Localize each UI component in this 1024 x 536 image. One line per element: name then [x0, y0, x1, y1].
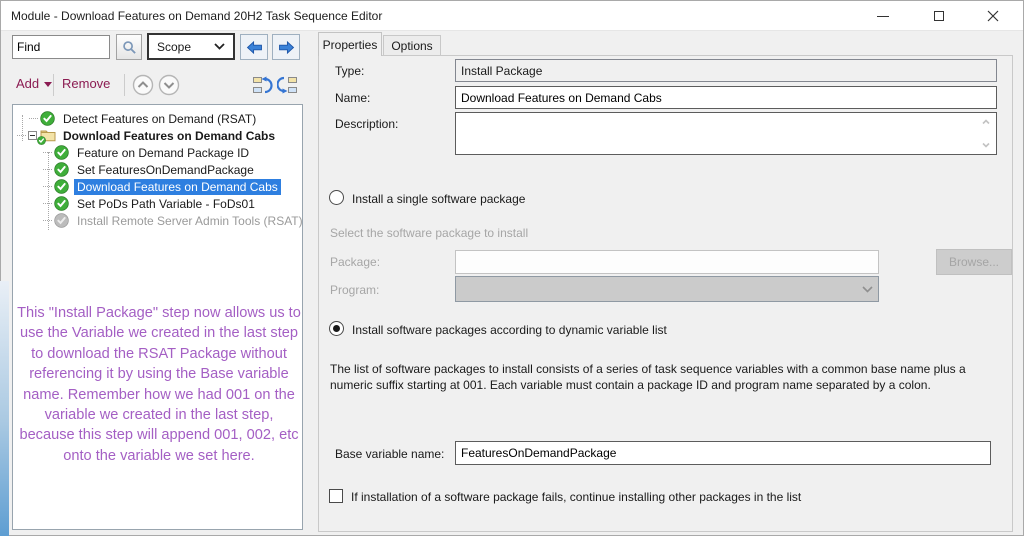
chevron-down-icon [214, 43, 225, 50]
chevron-up-circle-icon [132, 74, 154, 96]
navigate-back-button[interactable] [240, 34, 268, 60]
expand-all-button[interactable] [277, 75, 298, 95]
radio-install-single-label: Install a single software package [352, 192, 525, 206]
tree-connector [43, 203, 52, 204]
task-sequence-editor-window: Module - Download Features on Demand 20H… [0, 0, 1024, 536]
minimize-button[interactable] [863, 1, 903, 31]
green-check-icon [54, 145, 70, 160]
maximize-icon [934, 11, 944, 21]
package-input [455, 250, 879, 274]
base-variable-label: Base variable name: [335, 447, 444, 461]
tab-properties[interactable]: Properties [318, 32, 382, 56]
tree-connector [43, 186, 52, 187]
find-input[interactable] [12, 35, 110, 59]
maximize-button[interactable] [919, 1, 959, 31]
add-caret-icon [44, 82, 52, 87]
tree-item-label: Feature on Demand Package ID [74, 145, 252, 161]
arrow-right-icon [278, 41, 295, 54]
desktop-edge-strip [0, 281, 9, 536]
toolbar-separator [53, 74, 54, 96]
description-label: Description: [335, 117, 398, 131]
remove-button[interactable]: Remove [62, 76, 110, 91]
scope-dropdown[interactable]: Scope [147, 33, 235, 60]
close-button[interactable] [973, 1, 1013, 31]
tree-connector [43, 152, 52, 153]
tree-item[interactable]: Download Features on Demand Cabs [13, 127, 302, 144]
move-down-button[interactable] [158, 74, 180, 96]
type-label: Type: [335, 64, 364, 78]
collapse-tree-icon [252, 75, 273, 95]
group-folder-icon [40, 128, 56, 143]
collapse-all-button[interactable] [252, 75, 273, 95]
add-button[interactable]: Add [16, 76, 52, 91]
remove-button-label: Remove [62, 76, 110, 91]
toolbar-separator [124, 74, 125, 96]
tree-item[interactable]: Feature on Demand Package ID [13, 144, 302, 161]
type-field: Install Package [455, 59, 997, 82]
tree-item[interactable]: Download Features on Demand Cabs [13, 178, 302, 195]
tree-item-label: Detect Features on Demand (RSAT) [60, 111, 259, 127]
tree-connector [43, 220, 52, 221]
radio-install-dynamic-label: Install software packages according to d… [352, 323, 667, 337]
arrow-left-icon [246, 41, 263, 54]
green-check-icon [54, 179, 70, 194]
gray-check-icon [54, 213, 70, 228]
tree-toolbar: Add Remove [12, 72, 303, 100]
tree-connector [29, 118, 38, 119]
green-check-icon [54, 162, 70, 177]
move-up-button[interactable] [132, 74, 154, 96]
browse-button: Browse... [936, 249, 1012, 275]
expand-tree-icon [277, 75, 298, 95]
program-label: Program: [330, 283, 379, 297]
window-title: Module - Download Features on Demand 20H… [11, 9, 382, 23]
tree-item[interactable]: Detect Features on Demand (RSAT) [13, 110, 302, 127]
name-input[interactable] [455, 86, 997, 109]
radio-install-single-package[interactable] [329, 190, 344, 205]
scope-dropdown-value: Scope [157, 40, 191, 54]
close-icon [987, 10, 999, 22]
chevron-down-circle-icon [158, 74, 180, 96]
annotation-text: This "Install Package" step now allows u… [16, 303, 302, 466]
tree-item-label: Download Features on Demand Cabs [60, 128, 278, 144]
tree-item[interactable]: Install Remote Server Admin Tools (RSAT) [13, 212, 302, 229]
name-label: Name: [335, 91, 370, 105]
tab-options[interactable]: Options [383, 35, 441, 56]
tree-expander-icon[interactable] [28, 131, 37, 140]
base-variable-input[interactable] [455, 441, 991, 465]
green-check-icon [40, 111, 56, 126]
green-check-icon [54, 196, 70, 211]
select-package-hint: Select the software package to install [330, 226, 528, 240]
tree-item-label: Set FeaturesOnDemandPackage [74, 162, 257, 178]
add-button-label: Add [16, 76, 39, 91]
scroll-down-icon[interactable] [980, 139, 992, 151]
tree-connector [43, 169, 52, 170]
dynamic-list-description: The list of software packages to install… [330, 361, 1006, 393]
minimize-icon [877, 16, 889, 17]
navigate-forward-button[interactable] [272, 34, 300, 60]
tree-item-label: Set PoDs Path Variable - FoDs01 [74, 196, 258, 212]
continue-on-fail-label: If installation of a software package fa… [351, 490, 801, 504]
tree-connector [17, 135, 26, 136]
description-input[interactable] [455, 112, 997, 155]
tree-item[interactable]: Set PoDs Path Variable - FoDs01 [13, 195, 302, 212]
tree-item-label: Download Features on Demand Cabs [74, 179, 281, 195]
chevron-down-icon [862, 286, 873, 293]
search-icon [122, 40, 137, 55]
tree-item-label: Install Remote Server Admin Tools (RSAT) [74, 213, 303, 229]
package-label: Package: [330, 255, 380, 269]
scroll-up-icon[interactable] [980, 116, 992, 128]
program-dropdown [455, 276, 879, 302]
tree-item[interactable]: Set FeaturesOnDemandPackage [13, 161, 302, 178]
radio-install-dynamic-list[interactable] [329, 321, 344, 336]
continue-on-fail-checkbox[interactable] [329, 489, 343, 503]
title-bar: Module - Download Features on Demand 20H… [1, 1, 1023, 31]
search-button[interactable] [116, 34, 142, 60]
